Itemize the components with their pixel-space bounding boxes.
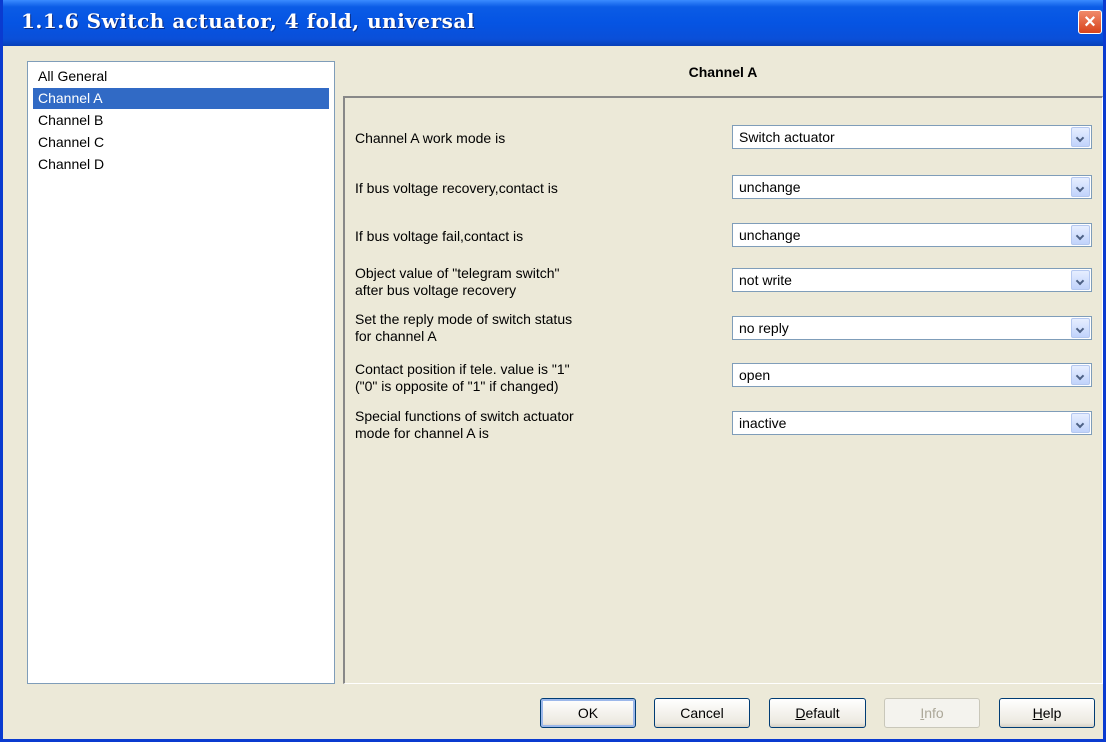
- special-functions-value: inactive: [739, 415, 787, 431]
- param-label-work-mode: Channel A work mode is: [355, 130, 506, 146]
- help-label-rest: elp: [1042, 705, 1062, 721]
- param-label-special-functions: Special functions of switch actuator mod…: [355, 408, 574, 442]
- param-label-line: for channel A: [355, 328, 437, 344]
- param-label-line: Object value of "telegram switch": [355, 265, 560, 281]
- param-label-reply-mode: Set the reply mode of switch status for …: [355, 311, 572, 345]
- chevron-down-icon[interactable]: [1071, 365, 1090, 385]
- title-bar[interactable]: 1.1.6 Switch actuator, 4 fold, universal…: [3, 0, 1103, 46]
- bus-recovery-value: unchange: [739, 179, 801, 195]
- param-label-bus-recovery: If bus voltage recovery,contact is: [355, 180, 558, 196]
- work-mode-value: Switch actuator: [739, 129, 835, 145]
- cancel-button[interactable]: Cancel: [654, 698, 750, 728]
- bus-recovery-select[interactable]: unchange: [732, 175, 1092, 199]
- bus-fail-value: unchange: [739, 227, 801, 243]
- tree-item-channel-a[interactable]: Channel A: [33, 88, 329, 109]
- param-label-line: after bus voltage recovery: [355, 282, 517, 298]
- param-label-bus-fail: If bus voltage fail,contact is: [355, 228, 524, 244]
- param-label-contact-position: Contact position if tele. value is "1" (…: [355, 361, 570, 395]
- info-button: Info: [884, 698, 980, 728]
- close-button[interactable]: ×: [1078, 10, 1102, 34]
- work-mode-select[interactable]: Switch actuator: [732, 125, 1092, 149]
- chevron-down-icon[interactable]: [1071, 127, 1090, 147]
- parameter-panel: Channel A work mode is Switch actuator I…: [343, 96, 1103, 684]
- close-icon: ×: [1084, 11, 1096, 33]
- special-functions-select[interactable]: inactive: [732, 411, 1092, 435]
- tree-item-channel-b[interactable]: Channel B: [33, 110, 329, 131]
- channel-tree: All General Channel A Channel B Channel …: [27, 61, 335, 684]
- param-label-line: Set the reply mode of switch status: [355, 311, 573, 327]
- telegram-switch-select[interactable]: not write: [732, 268, 1092, 292]
- tree-item-all-general[interactable]: All General: [33, 66, 329, 87]
- reply-mode-select[interactable]: no reply: [732, 316, 1092, 340]
- tree-item-channel-c[interactable]: Channel C: [33, 132, 329, 153]
- chevron-down-icon[interactable]: [1071, 413, 1090, 433]
- ok-button[interactable]: OK: [540, 698, 636, 728]
- contact-position-value: open: [739, 367, 771, 383]
- param-label-line: Special functions of switch actuator: [355, 408, 574, 424]
- chevron-down-icon[interactable]: [1071, 270, 1090, 290]
- chevron-down-icon[interactable]: [1071, 225, 1090, 245]
- window-title: 1.1.6 Switch actuator, 4 fold, universal: [21, 9, 475, 33]
- chevron-down-icon[interactable]: [1071, 318, 1090, 338]
- chevron-down-icon[interactable]: [1071, 177, 1090, 197]
- param-label-line: Contact position if tele. value is "1": [355, 361, 570, 377]
- default-mnemonic: D: [795, 705, 806, 721]
- panel-title: Channel A: [688, 64, 758, 80]
- param-label-line: ("0" is opposite of "1" if changed): [355, 378, 559, 394]
- tree-item-channel-d[interactable]: Channel D: [33, 154, 329, 175]
- info-label-rest: nfo: [924, 705, 944, 721]
- dialog-window: 1.1.6 Switch actuator, 4 fold, universal…: [0, 0, 1106, 742]
- telegram-switch-value: not write: [739, 272, 792, 288]
- contact-position-select[interactable]: open: [732, 363, 1092, 387]
- default-label-rest: efault: [805, 705, 840, 721]
- default-button[interactable]: Default: [769, 698, 866, 728]
- reply-mode-value: no reply: [739, 320, 789, 336]
- bus-fail-select[interactable]: unchange: [732, 223, 1092, 247]
- help-mnemonic: H: [1032, 705, 1043, 721]
- help-button[interactable]: Help: [999, 698, 1095, 728]
- param-label-telegram-switch: Object value of "telegram switch" after …: [355, 265, 559, 299]
- param-label-line: mode for channel A is: [355, 425, 489, 441]
